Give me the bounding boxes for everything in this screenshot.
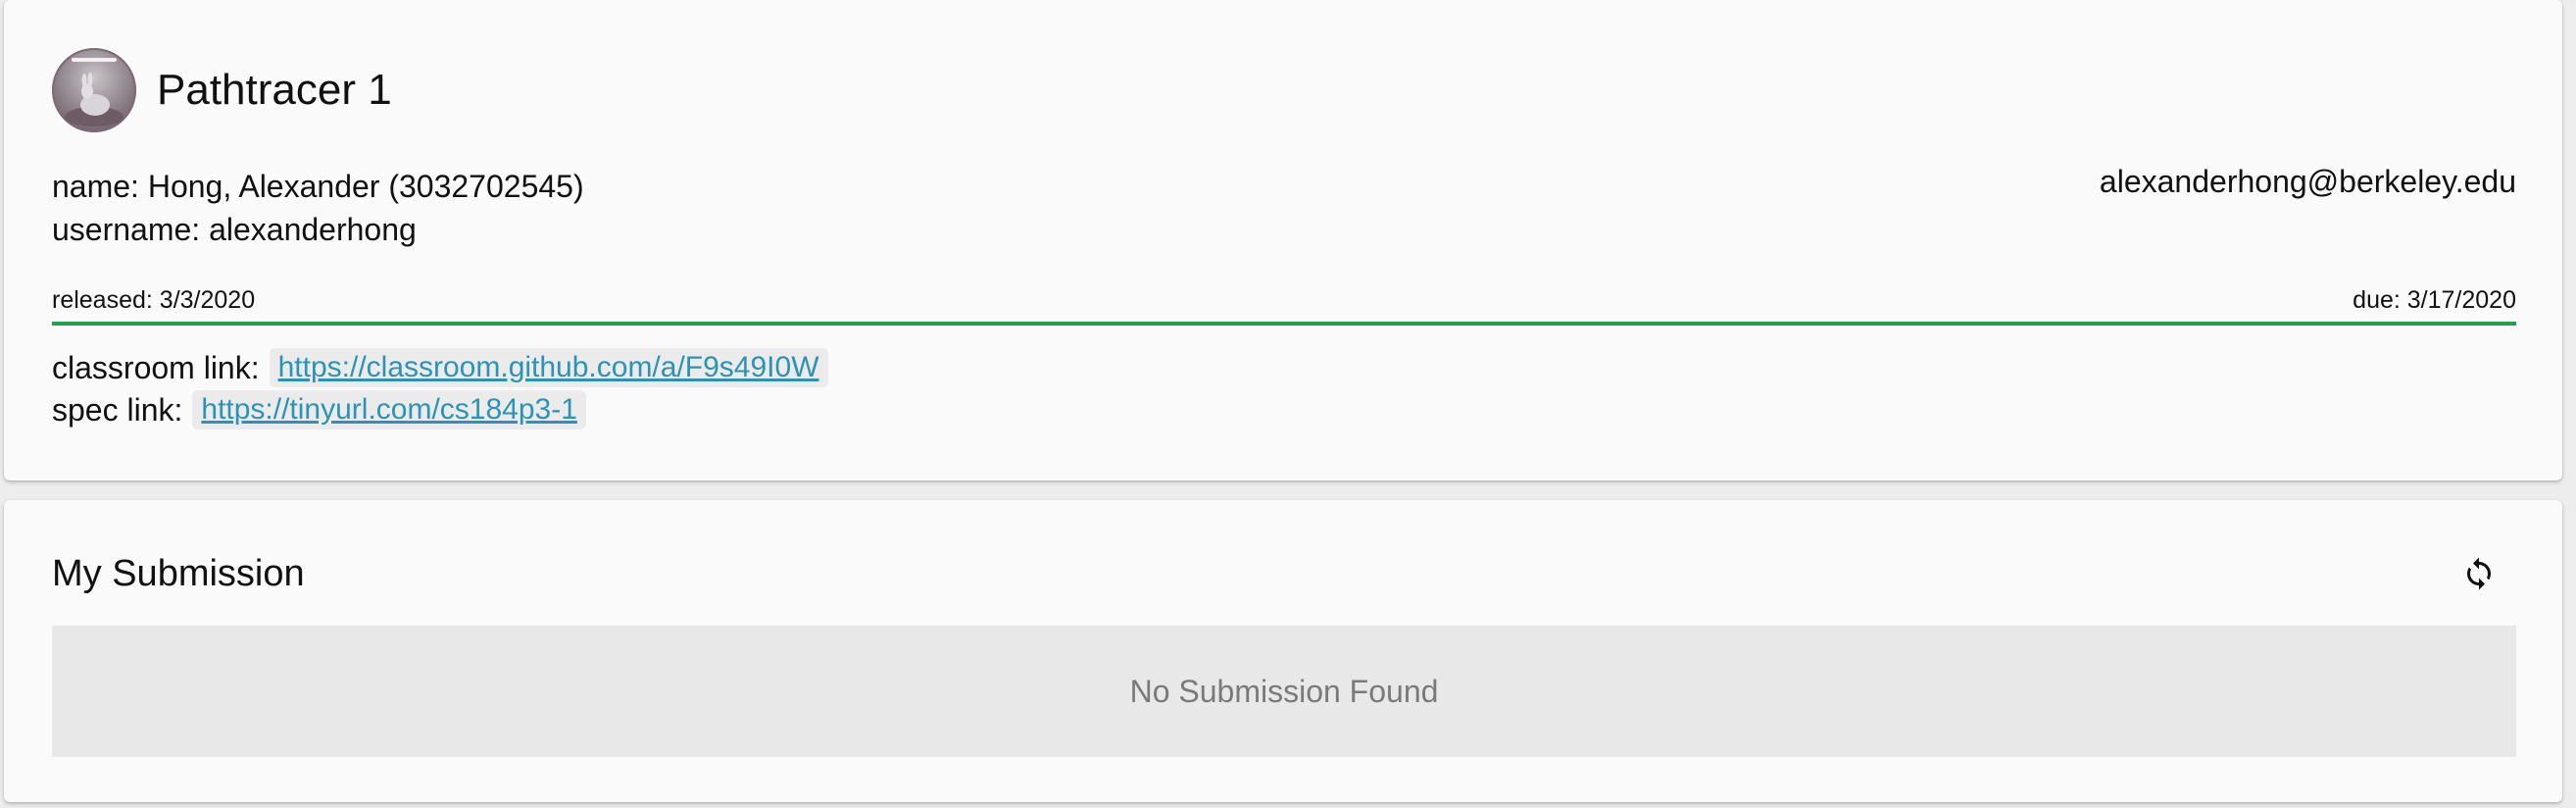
submission-title: My Submission — [52, 553, 305, 594]
spec-link-label: spec link: — [52, 392, 183, 428]
assignment-title: Pathtracer 1 — [157, 66, 392, 114]
student-email: alexanderhong@berkeley.edu — [2099, 164, 2516, 199]
student-username: username: alexanderhong — [52, 212, 417, 247]
classroom-link[interactable]: https://classroom.github.com/a/F9s49I0W — [269, 348, 828, 387]
classroom-link-label: classroom link: — [52, 350, 260, 385]
assignment-avatar — [52, 48, 136, 132]
due-date: due: 3/17/2020 — [2353, 286, 2516, 314]
timeline-progress-bar — [52, 322, 2516, 326]
bunny-render-image — [65, 58, 124, 126]
empty-submission-panel: No Submission Found — [52, 626, 2516, 757]
submission-card: My Submission No Submission Found — [4, 500, 2562, 802]
refresh-button[interactable] — [2454, 549, 2503, 598]
empty-submission-text: No Submission Found — [1129, 673, 1439, 709]
refresh-icon — [2467, 557, 2491, 590]
assignment-card: Pathtracer 1 name: Hong, Alexander (3032… — [4, 0, 2562, 480]
student-name: name: Hong, Alexander (3032702545) — [52, 169, 584, 204]
timeline-progress-fill — [52, 322, 2516, 326]
spec-link-row: spec link: https://tinyurl.com/cs184p3-1 — [52, 390, 586, 429]
released-date: released: 3/3/2020 — [52, 286, 256, 314]
spec-link[interactable]: https://tinyurl.com/cs184p3-1 — [192, 390, 586, 429]
classroom-link-row: classroom link: https://classroom.github… — [52, 348, 828, 387]
